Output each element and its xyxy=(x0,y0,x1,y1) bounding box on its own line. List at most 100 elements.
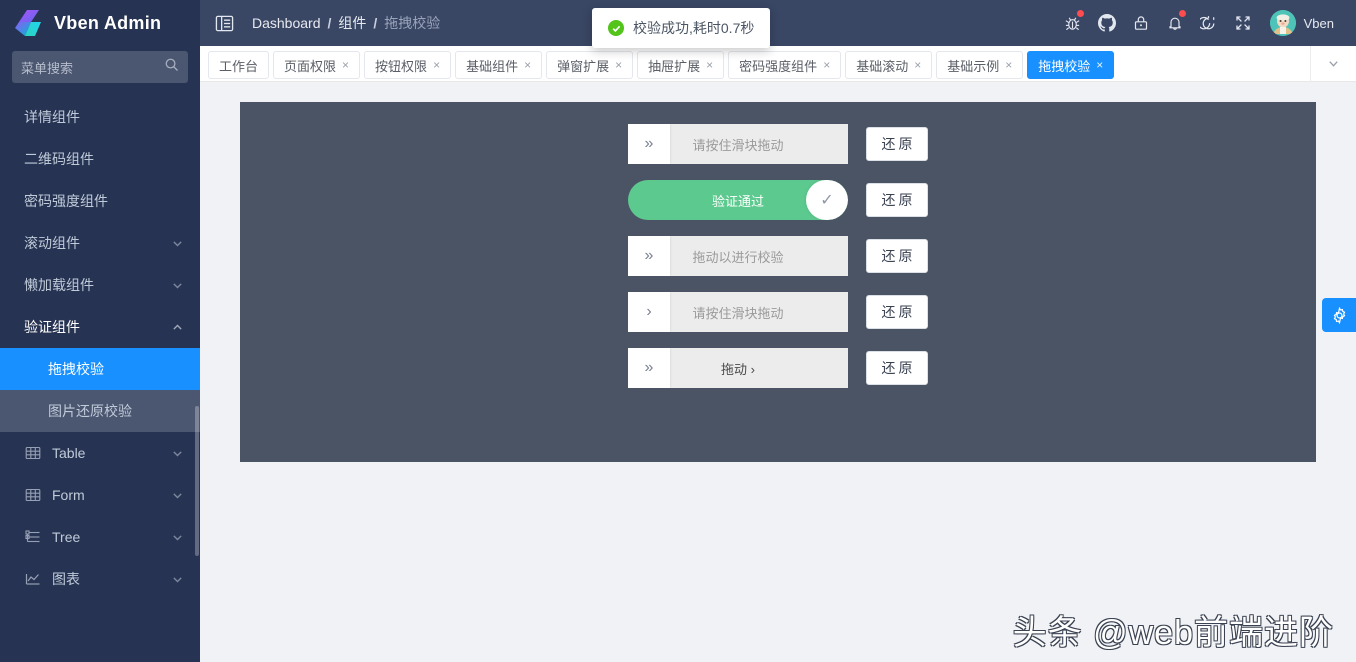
close-icon[interactable]: × xyxy=(706,59,713,71)
tab-label: 拖拽校验 xyxy=(1038,58,1091,74)
slider-hint-text: 请按住滑块拖动 xyxy=(692,137,784,153)
drag-verify-slider-5[interactable]: 拖动 › » xyxy=(628,348,848,388)
sidebar-item-label: 图片还原校验 xyxy=(48,403,132,419)
sidebar-item-label: 滚动组件 xyxy=(24,235,80,251)
page-content: 请按住滑块拖动 » 还原 验证通过 ✓ 还原 拖动以进行校验 » 还原 请按住滑… xyxy=(200,82,1356,662)
slider-handle-check-icon[interactable]: ✓ xyxy=(806,180,848,220)
search-icon xyxy=(164,57,179,77)
sidebar-item-qrcode[interactable]: 二维码组件 xyxy=(0,138,200,180)
sidebar-item-password-strength[interactable]: 密码强度组件 xyxy=(0,180,200,222)
sidebar-item-detail[interactable]: 详情组件 xyxy=(0,96,200,138)
tab-drawer-extend[interactable]: 抽屉扩展 × xyxy=(637,51,725,79)
breadcrumb: Dashboard / 组件 / 拖拽校验 xyxy=(252,13,440,33)
tab-label: 密码强度组件 xyxy=(739,58,818,74)
tab-drag-verify[interactable]: 拖拽校验 × xyxy=(1027,51,1115,79)
chevron-down-icon xyxy=(172,532,184,543)
sidebar-item-drag-verify[interactable]: 拖拽校验 xyxy=(0,348,200,390)
sidebar-item-label: 密码强度组件 xyxy=(24,193,108,209)
sidebar-item-chart[interactable]: 图表 xyxy=(0,558,200,600)
chevron-down-icon xyxy=(172,490,184,501)
close-icon[interactable]: × xyxy=(615,59,622,71)
menu-fold-icon[interactable] xyxy=(214,13,234,33)
drag-verify-slider-2[interactable]: 验证通过 ✓ xyxy=(628,180,848,220)
tab-dropdown-button[interactable] xyxy=(1310,45,1356,82)
close-icon[interactable]: × xyxy=(433,59,440,71)
sidebar-item-verify[interactable]: 验证组件 xyxy=(0,306,200,348)
sidebar-item-tree[interactable]: Tree xyxy=(0,516,200,558)
lock-icon[interactable] xyxy=(1124,0,1158,46)
restore-button-3[interactable]: 还原 xyxy=(866,239,928,273)
close-icon[interactable]: × xyxy=(823,59,830,71)
close-icon[interactable]: × xyxy=(1096,59,1103,71)
tab-page-permission[interactable]: 页面权限 × xyxy=(273,51,361,79)
tab-label: 基础组件 xyxy=(466,58,519,74)
tab-modal-extend[interactable]: 弹窗扩展 × xyxy=(546,51,634,79)
sidebar-item-label: Table xyxy=(52,445,86,461)
user-menu[interactable]: Vben xyxy=(1260,10,1342,36)
breadcrumb-item-components[interactable]: 组件 xyxy=(338,13,366,33)
sidebar-item-lazyload[interactable]: 懒加载组件 xyxy=(0,264,200,306)
check-circle-icon xyxy=(608,20,624,36)
restore-button-5[interactable]: 还原 xyxy=(866,351,928,385)
toast-message: 校验成功,耗时0.7秒 xyxy=(633,20,755,36)
close-icon[interactable]: × xyxy=(1005,59,1012,71)
sidebar-item-label: 验证组件 xyxy=(24,319,80,335)
tab-label: 基础示例 xyxy=(947,58,1000,74)
tab-label: 按钮权限 xyxy=(375,58,428,74)
restore-button-2[interactable]: 还原 xyxy=(866,183,928,217)
slider-handle[interactable]: » xyxy=(628,348,670,388)
drag-verify-card: 请按住滑块拖动 » 还原 验证通过 ✓ 还原 拖动以进行校验 » 还原 请按住滑… xyxy=(240,102,1316,462)
bell-icon[interactable] xyxy=(1158,0,1192,46)
chevron-down-icon xyxy=(172,448,184,459)
sidebar-item-label: 详情组件 xyxy=(24,109,80,125)
slider-handle[interactable]: » xyxy=(628,236,670,276)
app-logo[interactable]: Vben Admin xyxy=(0,0,200,46)
chevron-down-icon xyxy=(172,280,184,291)
search-input[interactable]: 菜单搜索 xyxy=(12,51,188,83)
header-actions: Vben xyxy=(1056,0,1342,46)
close-icon[interactable]: × xyxy=(914,59,921,71)
slider-hint-text: 请按住滑块拖动 xyxy=(692,305,784,321)
app-title: Vben Admin xyxy=(54,12,162,33)
tab-basic-components[interactable]: 基础组件 × xyxy=(455,51,543,79)
sidebar-item-label: 懒加载组件 xyxy=(24,277,94,293)
sidebar-item-form[interactable]: Form xyxy=(0,474,200,516)
fullscreen-icon[interactable] xyxy=(1226,0,1260,46)
slider-success-text: 验证通过 xyxy=(711,193,764,209)
verify-row: 拖动 › » 还原 xyxy=(628,348,928,388)
sidebar-item-image-restore-verify[interactable]: 图片还原校验 xyxy=(0,390,200,432)
vben-logo-icon xyxy=(14,9,44,37)
verify-row: 拖动以进行校验 » 还原 xyxy=(628,236,928,276)
tab-button-permission[interactable]: 按钮权限 × xyxy=(364,51,452,79)
sidebar-scrollbar-thumb[interactable] xyxy=(195,406,199,556)
restore-button-4[interactable]: 还原 xyxy=(866,295,928,329)
slider-handle[interactable]: › xyxy=(628,292,670,332)
slider-handle[interactable]: » xyxy=(628,124,670,164)
tab-label: 工作台 xyxy=(219,58,259,74)
tab-password-strength[interactable]: 密码强度组件 × xyxy=(728,51,842,79)
restore-button-1[interactable]: 还原 xyxy=(866,127,928,161)
settings-drawer-button[interactable] xyxy=(1322,298,1356,332)
notification-dot xyxy=(1076,10,1084,17)
close-icon[interactable]: × xyxy=(342,59,349,71)
sidebar-item-table[interactable]: Table xyxy=(0,432,200,474)
app-root: Vben Admin 菜单搜索 详情组件 二维码组件 密码强度组件 滚动组件 懒… xyxy=(0,0,1356,662)
refresh-icon[interactable] xyxy=(1192,0,1226,46)
breadcrumb-item-current: 拖拽校验 xyxy=(384,15,441,31)
drag-verify-slider-1[interactable]: 请按住滑块拖动 » xyxy=(628,124,848,164)
toast-notification: 校验成功,耗时0.7秒 xyxy=(592,8,771,48)
tab-label: 弹窗扩展 xyxy=(557,58,610,74)
breadcrumb-item-dashboard[interactable]: Dashboard xyxy=(252,15,321,31)
drag-verify-slider-3[interactable]: 拖动以进行校验 » xyxy=(628,236,848,276)
sidebar-item-label: 二维码组件 xyxy=(24,151,94,167)
bug-icon[interactable] xyxy=(1056,0,1090,46)
close-icon[interactable]: × xyxy=(524,59,531,71)
tab-workbench[interactable]: 工作台 xyxy=(208,51,270,79)
tab-basic-example[interactable]: 基础示例 × xyxy=(936,51,1024,79)
tab-bar: 工作台 页面权限 × 按钮权限 × 基础组件 × 弹窗扩展 × 抽屉扩展 × 密… xyxy=(200,45,1356,82)
tab-basic-scroll[interactable]: 基础滚动 × xyxy=(845,51,933,79)
github-icon[interactable] xyxy=(1090,0,1124,46)
chevron-up-icon xyxy=(172,322,184,333)
sidebar-item-scroll[interactable]: 滚动组件 xyxy=(0,222,200,264)
drag-verify-slider-4[interactable]: 请按住滑块拖动 › xyxy=(628,292,848,332)
